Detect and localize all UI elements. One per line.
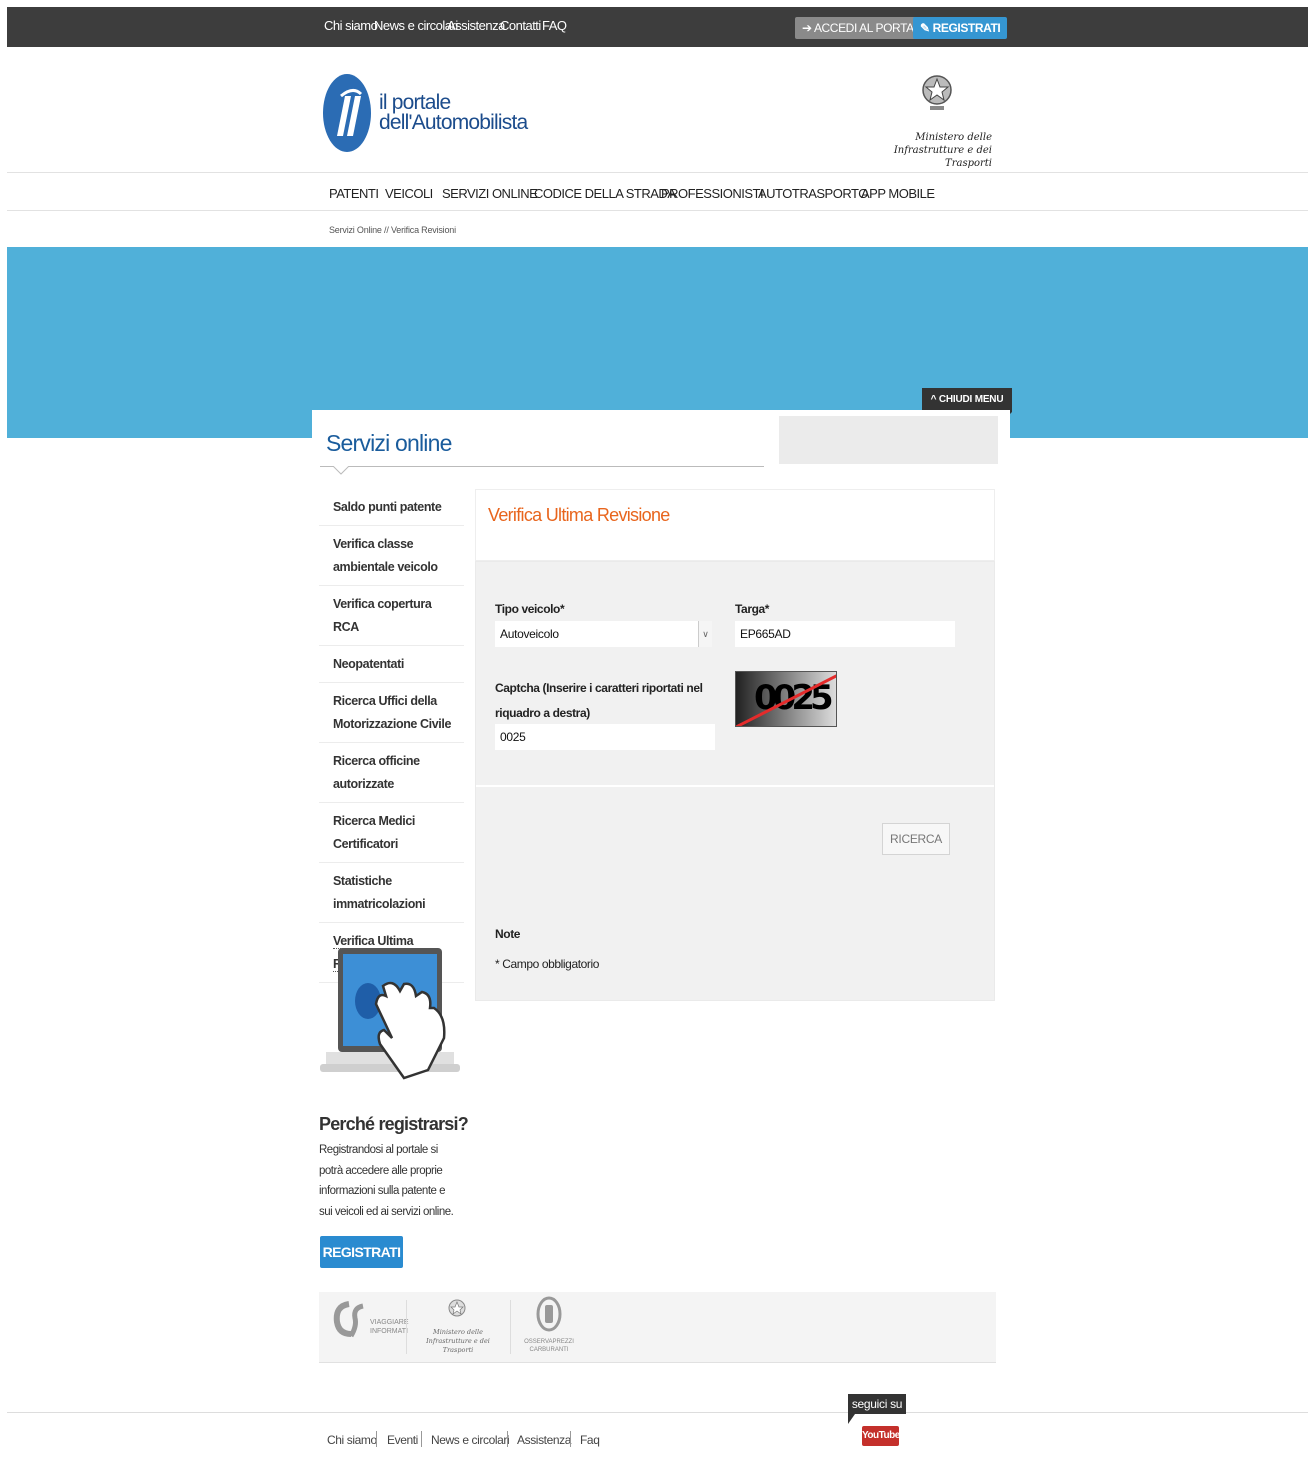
fuel-pump-icon <box>536 1296 562 1337</box>
ministero-line-2: Infrastrutture e dei Trasporti <box>893 145 992 169</box>
ministero-partner-logo[interactable]: Ministero delle Infrastrutture e dei Tra… <box>418 1328 498 1355</box>
registrati-top-button[interactable]: ✎ REGISTRATI <box>913 17 1008 39</box>
footer-separator <box>421 1431 422 1447</box>
footer-separator <box>570 1431 571 1447</box>
title-underline <box>320 466 764 467</box>
breadcrumb-separator: // <box>384 225 389 235</box>
nav-servizi-online[interactable]: SERVIZI ONLINE <box>442 186 538 201</box>
ministero-small-emblem-icon <box>447 1296 467 1327</box>
ricerca-button[interactable]: RICERCA <box>882 823 950 855</box>
portale-logo-icon[interactable] <box>323 74 371 152</box>
laptop-hand-illustration <box>318 946 462 1084</box>
form-title: Verifica Ultima Revisione <box>488 505 670 525</box>
nav-patenti[interactable]: PATENTI <box>329 186 379 201</box>
footer-separator <box>376 1431 377 1447</box>
breadcrumb-servizi-online[interactable]: Servizi Online <box>329 225 382 235</box>
top-link-news[interactable]: News e circolari <box>374 18 458 33</box>
seguici-tip <box>848 1414 855 1424</box>
breadcrumb-current: Verifica Revisioni <box>390 225 456 235</box>
sidebar-item-neopatentati[interactable]: Neopatentati <box>319 646 464 683</box>
nav-app-mobile[interactable]: APP MOBILE <box>861 186 935 201</box>
accedi-label: ACCEDI AL PORTALE <box>813 21 928 35</box>
sidebar-item-medici[interactable]: Ricerca Medici Certificatori <box>319 803 464 863</box>
portale-logo-text[interactable]: il portale dell'Automobilista <box>379 91 528 134</box>
servizi-sidebar: Saldo punti patente Verifica classe ambi… <box>319 489 464 983</box>
breadcrumb: Servizi Online // Verifica Revisioni <box>329 225 456 235</box>
sidebar-item-uffici-motorizzazione[interactable]: Ricerca Uffici della Motorizzazione Civi… <box>319 683 464 743</box>
captcha-label: Captcha (Inserire i caratteri riportati … <box>495 681 703 720</box>
footer-link-faq[interactable]: Faq <box>580 1433 600 1447</box>
youtube-you: You <box>862 1430 879 1441</box>
note-title: Note <box>495 927 521 941</box>
road-logo-icon <box>337 89 363 136</box>
chevron-down-icon[interactable]: ∨ <box>698 621 712 647</box>
targa-label: Targa* <box>735 602 770 616</box>
note-text: * Campo obbligatorio <box>495 957 600 971</box>
osservaprezzi-logo[interactable]: OSSERVAPREZZI CARBURANTI <box>524 1338 574 1354</box>
cciss-icon <box>333 1301 364 1338</box>
italian-emblem-icon <box>920 70 954 114</box>
osservaprezzi-line-1: OSSERVAPREZZI <box>524 1339 574 1345</box>
sidebar-item-copertura-rca[interactable]: Verifica copertura RCA <box>319 586 464 646</box>
nav-veicoli[interactable]: VEICOLI <box>385 186 433 201</box>
footer-link-news[interactable]: News e circolari <box>431 1433 510 1447</box>
chiudi-menu-label: CHIUDI MENU <box>938 394 1004 405</box>
registrati-top-label: REGISTRATI <box>932 21 1001 35</box>
viaggiare-informati-text: VIAGGIARE INFORMATI <box>370 1319 409 1335</box>
footer-divider <box>7 1412 1308 1413</box>
logo-line-1: il portale <box>379 91 451 114</box>
youtube-icon[interactable]: YouTube <box>862 1426 901 1446</box>
why-register-title: Perché registrarsi? <box>319 1114 469 1134</box>
tipo-veicolo-select[interactable]: Autoveicolo <box>495 621 712 647</box>
osservaprezzi-line-2: CARBURANTI <box>529 1347 569 1353</box>
sidebar-item-classe-ambientale[interactable]: Verifica classe ambientale veicolo <box>319 526 464 586</box>
captcha-image: 0025 <box>735 671 837 727</box>
top-link-assistenza[interactable]: Assistenza <box>447 18 505 33</box>
viaggiare-informati-logo[interactable] <box>333 1300 367 1345</box>
search-box[interactable] <box>779 416 998 464</box>
logo-line-2: dell'Automobilista <box>379 111 528 134</box>
sidebar-item-saldo-punti[interactable]: Saldo punti patente <box>319 489 464 526</box>
registrati-button[interactable]: REGISTRATI <box>320 1236 403 1268</box>
nav-professionisti[interactable]: PROFESSIONISTI <box>661 186 764 201</box>
top-link-faq[interactable]: FAQ <box>542 18 567 33</box>
tipo-veicolo-label: Tipo veicolo* <box>495 602 565 616</box>
top-link-contatti[interactable]: Contatti <box>500 18 541 33</box>
page-title: Servizi online <box>326 430 452 456</box>
ministero-line-1: Ministero delle <box>915 132 992 143</box>
partner-divider-2 <box>510 1300 511 1354</box>
title-pointer-icon <box>333 466 349 475</box>
chevron-up-icon: ^ <box>930 394 937 405</box>
partner-divider-1 <box>406 1300 407 1354</box>
why-register-text: Registrandosi al portale si potrà accede… <box>319 1144 454 1218</box>
footer-separator <box>507 1431 508 1447</box>
ministero-partner-line-1: Ministero delle <box>433 1328 483 1336</box>
nav-autotrasporto[interactable]: AUTOTRASPORTO <box>758 186 868 201</box>
nav-bottom-divider <box>7 210 1308 211</box>
sidebar-item-statistiche[interactable]: Statistiche immatricolazioni <box>319 863 464 923</box>
chiudi-menu-button[interactable]: ^ CHIUDI MENU <box>922 388 1012 412</box>
footer-link-eventi[interactable]: Eventi <box>387 1433 418 1447</box>
form-separator <box>476 785 994 787</box>
seguici-label: seguici su <box>848 1394 906 1414</box>
top-link-chi-siamo[interactable]: Chi siamo <box>324 18 378 33</box>
footer-link-chi-siamo[interactable]: Chi siamo <box>327 1433 377 1447</box>
edit-icon: ✎ <box>920 21 930 35</box>
nav-codice-strada[interactable]: CODICE DELLA STRADA <box>534 186 676 201</box>
sidebar-item-officine[interactable]: Ricerca officine autorizzate <box>319 743 464 803</box>
ministero-partner-line-2: Infrastrutture e dei Trasporti <box>426 1337 490 1354</box>
ministero-logo: Ministero delle Infrastrutture e dei Tra… <box>870 131 992 170</box>
youtube-tube: Tube <box>878 1430 901 1441</box>
footer-link-assistenza[interactable]: Assistenza <box>517 1433 571 1447</box>
captcha-input[interactable]: 0025 <box>495 724 715 750</box>
nav-top-divider <box>7 172 1308 173</box>
targa-input[interactable]: EP665AD <box>735 621 955 647</box>
login-icon: ➔ <box>802 21 812 35</box>
top-bar <box>7 7 1308 47</box>
